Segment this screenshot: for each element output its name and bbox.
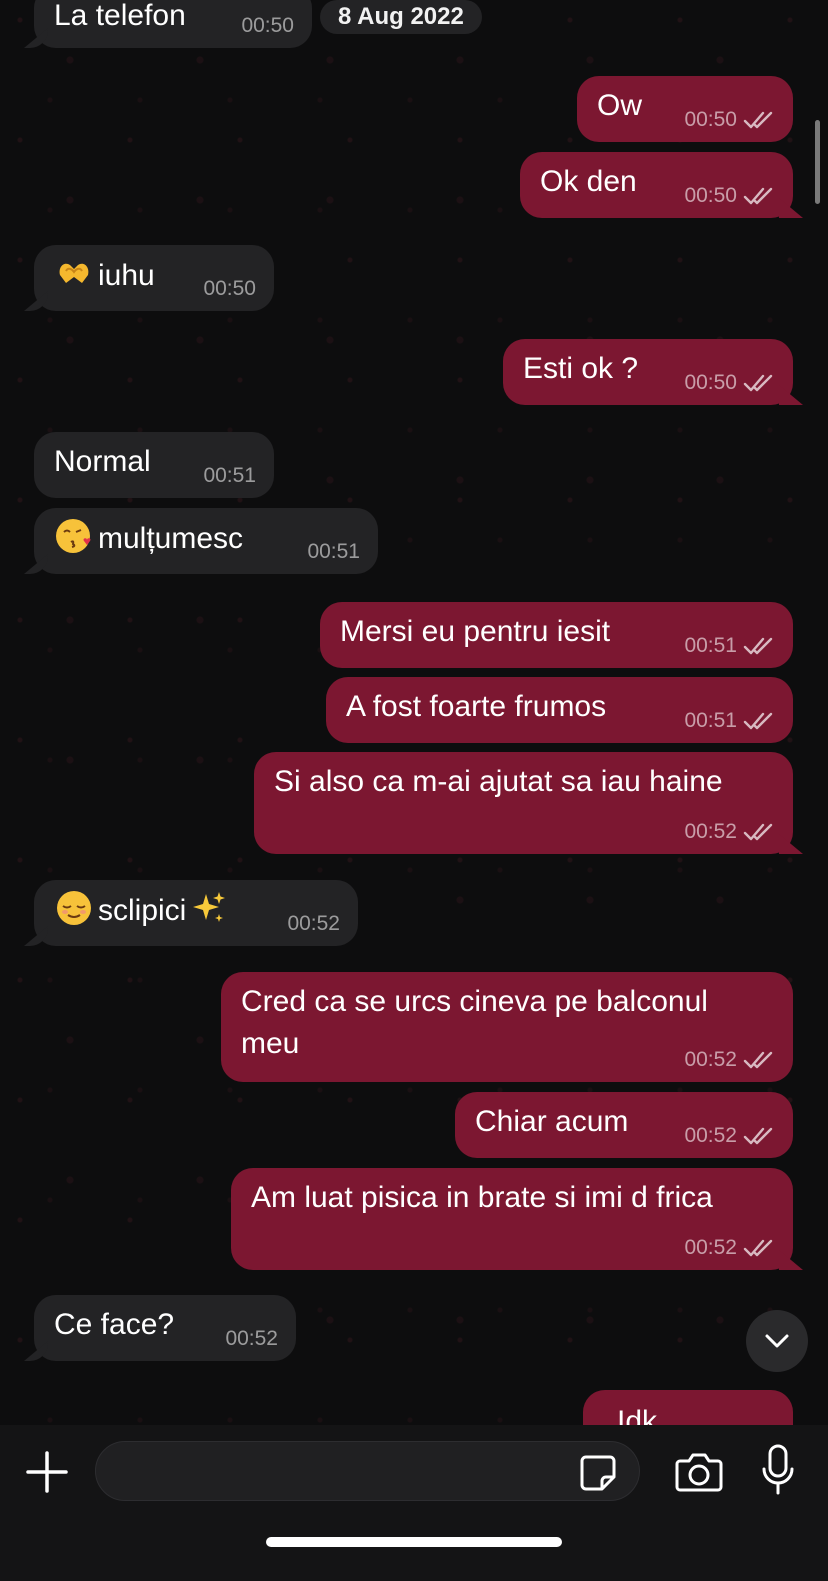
message-list[interactable]: La telefon 00:50 8 Aug 2022 Ow 00:50 Ok … — [0, 0, 828, 1425]
double-check-icon — [743, 823, 773, 841]
message-text: mulțumesc — [98, 522, 244, 555]
message-time: 00:52 — [684, 1124, 737, 1147]
heart-hands-icon — [59, 263, 89, 283]
message-outgoing[interactable]: Idk — [583, 1390, 793, 1425]
message-time: 00:50 — [241, 14, 294, 37]
message-text: Ok den — [540, 165, 637, 198]
camera-icon[interactable] — [674, 1449, 724, 1493]
message-outgoing[interactable]: Mersi eu pentru iesit 00:51 — [320, 602, 793, 668]
message-incoming[interactable]: Normal 00:51 — [34, 432, 274, 498]
sparkles-icon — [193, 892, 226, 922]
microphone-icon[interactable] — [760, 1443, 796, 1499]
message-incoming[interactable]: sclipici 00:52 — [34, 880, 358, 946]
message-text: Mersi eu pentru iesit — [340, 615, 611, 648]
scroll-down-button[interactable] — [746, 1310, 808, 1372]
message-outgoing[interactable]: Ok den 00:50 — [520, 152, 793, 218]
message-outgoing[interactable]: A fost foarte frumos 00:51 — [326, 677, 793, 743]
message-incoming[interactable]: mulțumesc 00:51 — [34, 508, 378, 574]
message-time: 00:50 — [684, 371, 737, 394]
message-text: Chiar acum — [475, 1105, 629, 1138]
message-time: 00:50 — [684, 184, 737, 207]
message-text: Normal — [54, 445, 151, 478]
message-text: Esti ok ? — [523, 352, 639, 385]
message-outgoing[interactable]: Chiar acum 00:52 — [455, 1092, 793, 1158]
double-check-icon — [743, 712, 773, 730]
scroll-indicator[interactable] — [815, 120, 820, 204]
relieved-face-icon — [57, 891, 91, 925]
plus-icon[interactable] — [22, 1447, 72, 1497]
message-time: 00:51 — [684, 634, 737, 657]
message-input[interactable] — [95, 1441, 640, 1501]
message-outgoing[interactable]: Am luat pisica in brate si imi d frica 0… — [231, 1168, 793, 1270]
message-time: 00:51 — [203, 464, 256, 487]
kissing-face-icon — [56, 519, 91, 553]
sticker-icon[interactable] — [578, 1453, 618, 1493]
double-check-icon — [743, 1051, 773, 1069]
message-outgoing[interactable]: Cred ca se urcs cineva pe balconul meu 0… — [221, 972, 793, 1082]
message-time: 00:50 — [684, 108, 737, 131]
message-outgoing[interactable]: Ow 00:50 — [577, 76, 793, 142]
message-outgoing[interactable]: Esti ok ? 00:50 — [503, 339, 793, 405]
message-time: 00:52 — [225, 1327, 278, 1350]
double-check-icon — [743, 374, 773, 392]
message-time: 00:52 — [684, 1048, 737, 1071]
double-check-icon — [743, 1239, 773, 1257]
double-check-icon — [743, 187, 773, 205]
message-time: 00:51 — [307, 540, 360, 563]
message-outgoing[interactable]: Si also ca m-ai ajutat sa iau haine 00:5… — [254, 752, 793, 854]
date-pill: 8 Aug 2022 — [320, 0, 482, 34]
message-text: A fost foarte frumos — [346, 690, 607, 723]
message-text: Si also ca m-ai ajutat sa iau haine — [274, 765, 723, 798]
double-check-icon — [743, 111, 773, 129]
message-text: Ow — [597, 89, 642, 122]
message-incoming[interactable]: Ce face? 00:52 — [34, 1295, 296, 1361]
message-text: La telefon — [54, 0, 186, 32]
message-time: 00:52 — [684, 820, 737, 843]
double-check-icon — [743, 1127, 773, 1145]
chevron-down-icon — [765, 1334, 789, 1348]
home-indicator[interactable] — [266, 1537, 562, 1547]
message-text: sclipici — [98, 894, 187, 927]
message-text: Idk — [617, 1405, 658, 1425]
message-incoming[interactable]: La telefon 00:50 — [34, 0, 312, 48]
message-text: Ce face? — [54, 1308, 175, 1341]
message-time: 00:51 — [684, 709, 737, 732]
chat-screen: La telefon 00:50 8 Aug 2022 Ow 00:50 Ok … — [0, 0, 828, 1581]
message-incoming[interactable]: iuhu 00:50 — [34, 245, 274, 311]
message-text: iuhu — [98, 259, 155, 292]
message-time: 00:52 — [684, 1236, 737, 1259]
double-check-icon — [743, 637, 773, 655]
message-text-line: Cred ca se urcs cineva pe balconul — [241, 985, 708, 1018]
message-time: 00:50 — [203, 277, 256, 300]
message-time: 00:52 — [287, 912, 340, 935]
message-text: Am luat pisica in brate si imi d frica — [251, 1181, 713, 1214]
composer-bar — [0, 1425, 828, 1581]
